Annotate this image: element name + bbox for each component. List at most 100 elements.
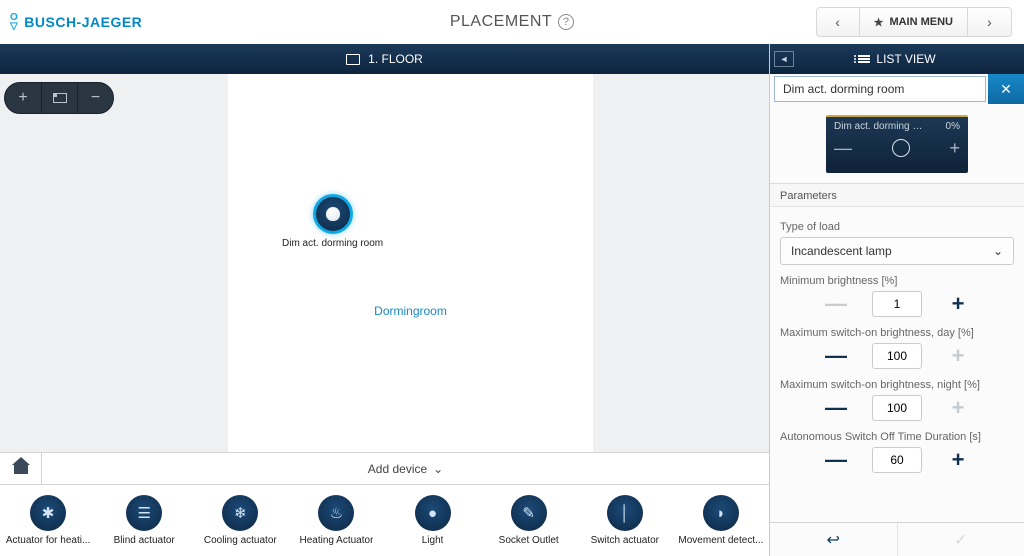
device-tile[interactable]: Dim act. dorming … 0% — + <box>826 115 968 173</box>
floor-icon <box>346 54 360 65</box>
floor-label: 1. FLOOR <box>368 52 423 66</box>
add-device-button[interactable]: Add device ⌄ <box>42 462 769 476</box>
max-day-minus[interactable]: — <box>824 343 848 369</box>
right-footer: ↩ ✓ <box>770 522 1024 556</box>
auto-off-plus[interactable]: + <box>946 447 970 473</box>
palette-label: Cooling actuator <box>204 535 277 546</box>
placed-device-label: Dim act. dorming room <box>282 238 383 249</box>
min-brightness-label: Minimum brightness [%] <box>780 275 1014 287</box>
device-preview: Dim act. dorming … 0% — + <box>770 104 1024 184</box>
zoom-in-button[interactable]: + <box>5 83 41 113</box>
brand-mark-icon: O▽ <box>10 13 18 31</box>
right-panel: ◄ LIST VIEW ✕ Dim act. dorming … 0% — + <box>769 44 1024 556</box>
tile-name: Dim act. dorming … <box>834 121 922 132</box>
palette-label: Switch actuator <box>591 535 659 546</box>
device-name-input[interactable] <box>774 76 986 102</box>
floor-canvas[interactable]: Dim act. dorming room Dormingroom <box>228 74 593 452</box>
page-title: PLACEMENT ? <box>450 13 574 31</box>
nav-back-button[interactable]: ‹ <box>816 7 860 37</box>
zoom-out-button[interactable]: − <box>77 83 113 113</box>
palette-icon: ♨ <box>318 495 354 531</box>
name-bar: ✕ <box>770 74 1024 104</box>
nav-forward-button[interactable]: › <box>968 7 1012 37</box>
palette-item[interactable]: ✱ Actuator for heati... <box>3 495 93 546</box>
auto-off-minus[interactable]: — <box>824 447 848 473</box>
palette-item[interactable]: ☰ Blind actuator <box>99 495 189 546</box>
palette-item[interactable]: ◗ Movement detect... <box>676 495 766 546</box>
parameters-heading: Parameters <box>770 184 1024 207</box>
max-day-input[interactable] <box>872 343 922 369</box>
device-palette: ✱ Actuator for heati... ☰ Blind actuator ❄ Co… <box>0 484 769 556</box>
palette-item[interactable]: ♨ Heating Actuator <box>291 495 381 546</box>
palette-label: Heating Actuator <box>299 535 373 546</box>
list-icon <box>858 55 870 63</box>
max-night-plus[interactable]: + <box>946 395 970 421</box>
palette-icon: ✱ <box>30 495 66 531</box>
palette-label: Actuator for heati... <box>6 535 91 546</box>
confirm-button[interactable]: ✓ <box>897 523 1024 556</box>
zoom-fit-button[interactable] <box>41 83 77 113</box>
device-bulb-icon <box>313 194 353 234</box>
list-view-label: LIST VIEW <box>876 52 935 66</box>
load-type-label: Type of load <box>780 221 1014 233</box>
panel-back-button[interactable]: ◄ <box>774 51 794 67</box>
load-type-select[interactable]: Incandescent lamp ⌄ <box>780 237 1014 265</box>
top-nav: ‹ ★ MAIN MENU › <box>816 7 1012 37</box>
chevron-down-icon: ⌄ <box>433 462 443 476</box>
palette-icon: ✎ <box>511 495 547 531</box>
auto-off-label: Autonomous Switch Off Time Duration [s] <box>780 431 1014 443</box>
max-night-label: Maximum switch-on brightness, night [%] <box>780 379 1014 391</box>
max-night-input[interactable] <box>872 395 922 421</box>
palette-icon: ❄ <box>222 495 258 531</box>
left-pane: 1. FLOOR + − Dim act. dorming room Dormi… <box>0 44 769 556</box>
home-icon <box>14 464 28 474</box>
auto-off-input[interactable] <box>872 447 922 473</box>
palette-item[interactable]: ❄ Cooling actuator <box>195 495 285 546</box>
palette-icon: ● <box>415 495 451 531</box>
undo-button[interactable]: ↩ <box>770 523 897 556</box>
tile-minus-button[interactable]: — <box>834 138 852 159</box>
star-icon: ★ <box>874 16 884 29</box>
palette-label: Movement detect... <box>678 535 763 546</box>
palette-label: Socket Outlet <box>499 535 559 546</box>
header: O▽ BUSCH-JAEGER PLACEMENT ? ‹ ★ MAIN MEN… <box>0 0 1024 44</box>
brand-logo: O▽ BUSCH-JAEGER <box>0 13 142 31</box>
placed-device[interactable]: Dim act. dorming room <box>282 194 383 249</box>
fit-icon <box>53 93 67 103</box>
check-icon: ✓ <box>954 530 967 550</box>
right-bar: ◄ LIST VIEW <box>770 44 1024 74</box>
chevron-right-icon: › <box>987 14 992 30</box>
max-day-label: Maximum switch-on brightness, day [%] <box>780 327 1014 339</box>
close-button[interactable]: ✕ <box>988 74 1024 104</box>
help-icon[interactable]: ? <box>558 14 574 30</box>
main-menu-label: MAIN MENU <box>889 16 953 28</box>
zoom-control: + − <box>4 82 114 114</box>
min-brightness-minus[interactable]: — <box>824 291 848 317</box>
palette-label: Blind actuator <box>114 535 175 546</box>
max-night-minus[interactable]: — <box>824 395 848 421</box>
max-day-plus[interactable]: + <box>946 343 970 369</box>
palette-icon: ◗ <box>703 495 739 531</box>
palette-icon: ☰ <box>126 495 162 531</box>
min-brightness-input[interactable] <box>872 291 922 317</box>
parameters: Type of load Incandescent lamp ⌄ Minimum… <box>770 207 1024 522</box>
main-menu-button[interactable]: ★ MAIN MENU <box>860 7 968 37</box>
room-name: Dormingroom <box>374 304 447 318</box>
tile-plus-button[interactable]: + <box>949 138 960 159</box>
palette-item[interactable]: │ Switch actuator <box>580 495 670 546</box>
palette-item[interactable]: ✎ Socket Outlet <box>484 495 574 546</box>
add-device-label: Add device <box>368 462 427 476</box>
brand-text: BUSCH-JAEGER <box>24 14 142 30</box>
palette-icon: │ <box>607 495 643 531</box>
close-icon: ✕ <box>1000 81 1012 98</box>
mid-footer: Add device ⌄ <box>0 452 769 484</box>
min-brightness-plus[interactable]: + <box>946 291 970 317</box>
home-button[interactable] <box>0 453 42 484</box>
chevron-down-icon: ⌄ <box>993 244 1003 258</box>
canvas-area[interactable]: + − Dim act. dorming room Dormingroom <box>0 74 769 452</box>
list-view-button[interactable]: LIST VIEW <box>858 52 935 66</box>
palette-item[interactable]: ●Light <box>388 495 478 546</box>
tile-percent: 0% <box>946 121 960 132</box>
floor-bar[interactable]: 1. FLOOR <box>0 44 769 74</box>
undo-icon: ↩ <box>827 530 840 550</box>
